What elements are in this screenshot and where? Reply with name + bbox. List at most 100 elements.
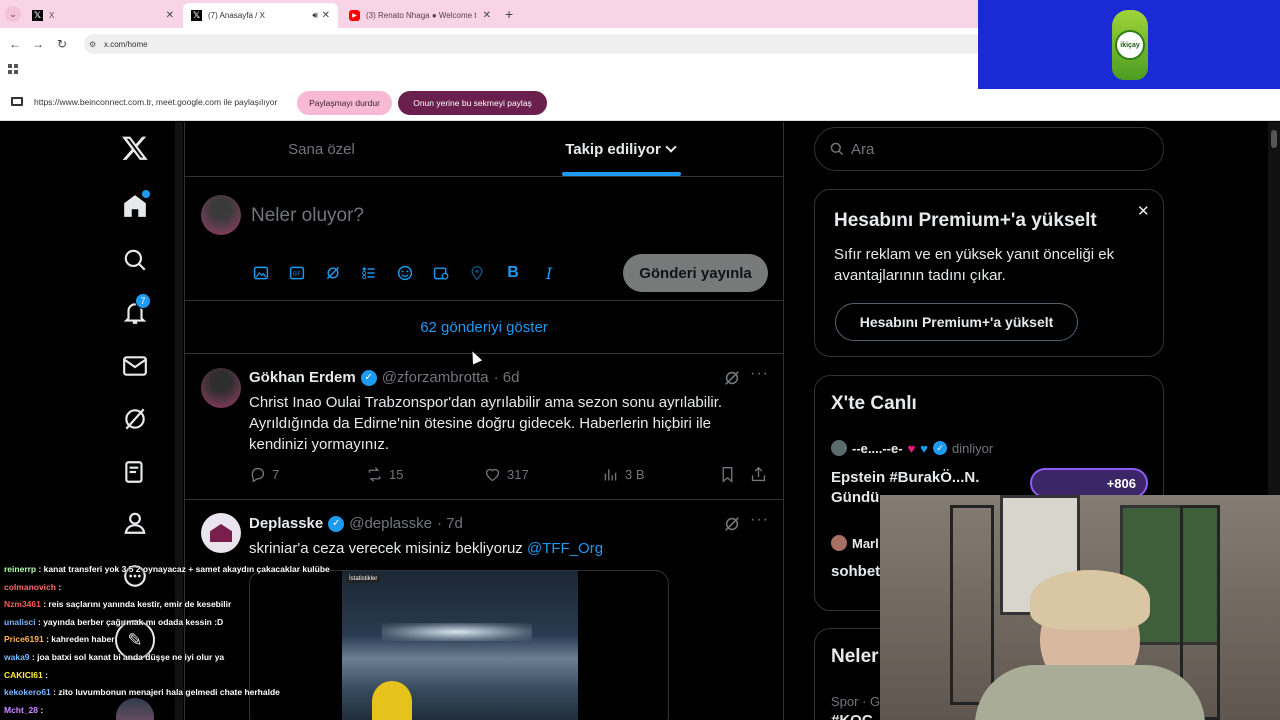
home-icon[interactable]: [122, 190, 150, 219]
author-handle[interactable]: @deplasske: [349, 515, 432, 532]
post-button[interactable]: Gönderi yayınla: [623, 254, 768, 292]
listener-count-pill[interactable]: +806: [1030, 468, 1148, 498]
x-favicon-icon: 𝕏: [191, 10, 202, 21]
listener-count: +806: [1106, 475, 1136, 491]
composer-input[interactable]: Neler oluyor?: [251, 205, 364, 227]
post-card[interactable]: Gökhan Erdem ✓ @zforzambrotta · 6d ··· C…: [185, 354, 783, 499]
url-field[interactable]: ⚙ x.com/home: [84, 34, 984, 54]
speaker-icon[interactable]: 🔊︎: [312, 10, 318, 21]
mention-link[interactable]: @TFF_Org: [527, 540, 603, 557]
chat-text: : joa batxi sol kanat bi anda düşşe ne i…: [29, 652, 225, 662]
chat-text: : kanat transferi yok 3 5 2 oynayacaz + …: [36, 564, 330, 574]
lists-icon[interactable]: [122, 459, 148, 485]
browser-tab-youtube[interactable]: ▶ (3) Renato Nhaga ● Welcome t ✕: [341, 3, 499, 28]
stop-sharing-button[interactable]: Paylaşmayı durdur: [297, 91, 392, 115]
chat-text: :: [42, 669, 48, 680]
italic-icon[interactable]: I: [539, 263, 559, 283]
search-placeholder: Ara: [851, 140, 875, 158]
chat-message: Nzm3461 : reis saçlarını yanında kestir,…: [4, 599, 231, 609]
repost-button[interactable]: 15: [366, 466, 403, 483]
tab-following[interactable]: Takip ediliyor: [515, 122, 725, 176]
close-tab-icon[interactable]: ✕: [322, 10, 330, 21]
media-icon[interactable]: [251, 263, 271, 283]
tab-label: Sana özel: [288, 140, 355, 158]
new-tab-button[interactable]: +: [505, 6, 513, 22]
chat-username: waka9: [4, 652, 30, 662]
profile-icon[interactable]: [122, 510, 148, 536]
grok-icon[interactable]: [323, 263, 343, 283]
show-new-posts-button[interactable]: 62 gönderiyi göster: [185, 301, 783, 353]
share-status-text: https://www.beinconnect.com.tr, meet.goo…: [34, 97, 278, 107]
grok-explain-icon[interactable]: [723, 369, 741, 387]
author-handle[interactable]: @zforzambrotta: [382, 369, 489, 386]
space-topic[interactable]: sohbet: [831, 563, 880, 580]
chevron-down-icon[interactable]: [665, 140, 677, 153]
trend-hashtag[interactable]: #KOÇ...: [831, 712, 885, 720]
site-info-icon[interactable]: ⚙: [89, 40, 96, 49]
tab-search-button[interactable]: ⌄: [5, 6, 21, 22]
search-icon: [830, 142, 844, 156]
share-this-tab-button[interactable]: Onun yerine bu sekmeyi paylaş: [398, 91, 547, 115]
grok-explain-icon[interactable]: [723, 515, 741, 533]
views-button[interactable]: 3 B: [602, 466, 645, 483]
close-icon[interactable]: ✕: [1137, 202, 1150, 220]
x-logo-icon[interactable]: [121, 134, 149, 162]
browser-tab-x[interactable]: 𝕏 X ✕: [24, 3, 182, 28]
upgrade-premium-button[interactable]: Hesabını Premium+'a yükselt: [835, 303, 1078, 341]
gif-icon[interactable]: GIF: [287, 263, 307, 283]
chat-text: :: [55, 581, 62, 592]
close-tab-icon[interactable]: ✕: [483, 10, 491, 21]
reload-icon[interactable]: ↻: [57, 37, 67, 51]
notifications-bell-icon[interactable]: 7: [122, 293, 151, 326]
search-input[interactable]: Ara: [814, 127, 1164, 171]
reply-button[interactable]: 7: [249, 466, 279, 483]
premium-title: Hesabını Premium+'a yükselt: [834, 210, 1097, 231]
tab-for-you[interactable]: Sana özel: [185, 122, 458, 176]
chat-text: : kahreden haber: [43, 634, 115, 645]
verified-badge-icon: ✓: [328, 515, 345, 532]
bookmark-icon[interactable]: [719, 466, 736, 486]
author-avatar[interactable]: [201, 368, 241, 408]
url-text: x.com/home: [104, 39, 148, 49]
post-media[interactable]: İstatistikler: [249, 570, 669, 720]
schedule-icon[interactable]: [431, 263, 451, 283]
chat-username: CAKICI61: [4, 669, 43, 680]
home-timeline: Sana özel Takip ediliyor Neler oluyor? G…: [184, 122, 784, 720]
grok-icon[interactable]: [122, 406, 148, 432]
apps-grid-icon[interactable]: [8, 64, 18, 74]
chat-message: unalisci : yayında berber çağırmak mı od…: [4, 617, 223, 627]
like-count: 317: [507, 467, 529, 482]
listening-label: dinliyor: [952, 440, 994, 456]
messages-icon[interactable]: [122, 353, 148, 379]
new-posts-dot: [142, 190, 150, 198]
like-button[interactable]: 317: [484, 466, 529, 483]
chat-username: colmanovich: [4, 581, 56, 592]
chat-username: Price6191: [4, 634, 44, 645]
chat-message: Price6191 : kahreden haber: [4, 634, 115, 644]
post-time[interactable]: · 6d: [494, 369, 520, 386]
author-name[interactable]: Gökhan Erdem: [249, 369, 356, 386]
poll-icon[interactable]: [359, 263, 379, 283]
chat-text: : reis saçlarını yanında kestir, emir de…: [40, 599, 232, 610]
author-name[interactable]: Deplasske: [249, 515, 323, 532]
nav-scrollbar[interactable]: [175, 122, 183, 720]
brand-logo-text: ikiçay: [1120, 41, 1140, 49]
more-options-icon[interactable]: ···: [750, 365, 769, 383]
chat-username: kekokero61: [4, 687, 51, 698]
forward-icon[interactable]: →: [32, 37, 44, 51]
youtube-favicon-icon: ▶: [349, 10, 360, 21]
emoji-icon[interactable]: [395, 263, 415, 283]
post-time[interactable]: · 7d: [437, 515, 463, 532]
browser-tab-x-home[interactable]: 𝕏 (7) Anasayfa / X 🔊︎ ✕: [183, 3, 338, 28]
author-avatar[interactable]: [201, 513, 241, 553]
share-icon[interactable]: [750, 466, 767, 486]
back-icon[interactable]: ←: [9, 37, 21, 51]
verified-badge-icon: ✓: [933, 441, 947, 455]
close-tab-icon[interactable]: ✕: [166, 10, 174, 21]
search-icon[interactable]: [122, 247, 148, 273]
post-text: Christ Inao Oulai Trabzonspor'dan ayrıla…: [249, 394, 723, 453]
more-options-icon[interactable]: ···: [750, 511, 769, 529]
bold-icon[interactable]: B: [503, 263, 523, 283]
account-avatar[interactable]: [116, 698, 154, 720]
page-scrollbar[interactable]: [1268, 122, 1280, 495]
